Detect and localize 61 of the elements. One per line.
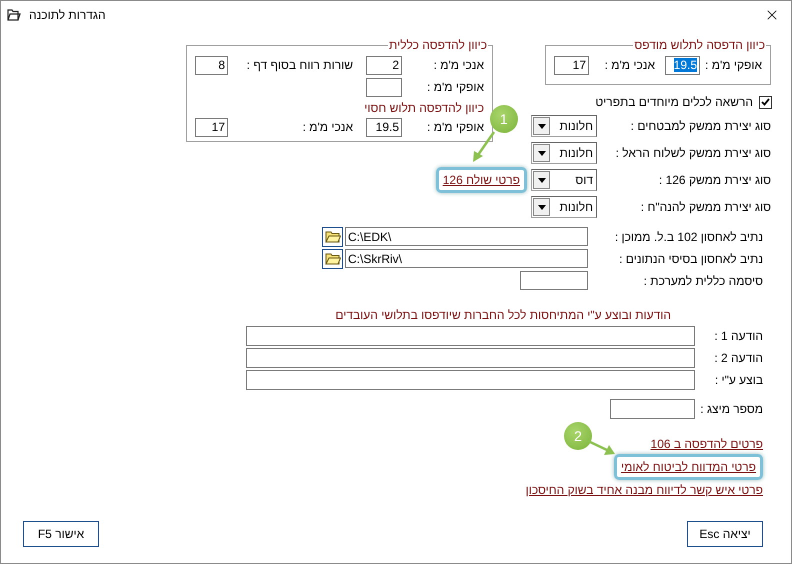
text-field[interactable]: 19.5	[665, 56, 700, 74]
field-label: אופקי מ'מ :	[704, 58, 762, 72]
section-title: הודעות ובוצע ע"י המתיחסות לכל החברות שיודפסו בתלושי העובדים	[334, 308, 671, 324]
folder-icon	[324, 252, 340, 265]
field-label: בוצע ע"י :	[714, 373, 763, 387]
dropdown[interactable]: חלונות	[531, 142, 597, 164]
step-badge: 1	[490, 105, 518, 133]
settings-link[interactable]: פרטים להדפסה ב 106	[650, 437, 763, 451]
field-label: אנכי מ'מ :	[302, 120, 354, 134]
text-field[interactable]: 17	[195, 118, 228, 136]
section-subtitle: כיוון להדפסה תלוש חסוי	[363, 100, 484, 116]
window-title: הגדרות לתוכנה	[29, 8, 106, 22]
text-field[interactable]: 2	[366, 56, 402, 74]
group-title: כיוון להדפסה כללית	[388, 38, 488, 52]
text-field[interactable]: C:\EDK\	[345, 227, 588, 246]
field-label: מספר מיצג :	[699, 402, 763, 416]
settings-link[interactable]: פרטי שולח 126	[436, 167, 527, 193]
field-label: שורות רווח בסוף דף :	[246, 58, 354, 72]
field-label: סוג יצירת ממשק לשלוח הראל :	[614, 146, 771, 160]
field-label: נתיב לאחסון בסיסי הנתונים :	[618, 252, 763, 266]
text-field[interactable]: 17	[554, 56, 589, 74]
caret-icon	[538, 124, 546, 128]
group-title: כיוון הדפסה לתלוש מודפס	[633, 38, 766, 52]
field-label: סוג יצירת ממשק למבטחים :	[630, 119, 771, 133]
text-field[interactable]	[366, 78, 402, 96]
window-icon	[7, 8, 21, 20]
text-field[interactable]	[246, 348, 695, 368]
text-field[interactable]	[246, 370, 695, 390]
field-label: אנכי מ'מ :	[604, 58, 656, 72]
settings-link[interactable]: פרטי איש קשר לדיווח מבנה אחיד בשוק החיסכון	[526, 483, 763, 497]
text-field[interactable]	[520, 271, 588, 290]
field-label: הודעה 1 :	[713, 329, 763, 343]
browse-button[interactable]	[322, 248, 343, 268]
caret-icon	[538, 204, 546, 210]
caret-icon	[538, 178, 546, 182]
text-field[interactable]	[610, 399, 695, 419]
step-badge: 2	[564, 422, 592, 450]
dropdown[interactable]: חלונות	[531, 115, 597, 137]
settings-link[interactable]: פרטי המדווח לביטוח לאומי	[614, 454, 763, 480]
field-label: סיסמה כללית למערכת :	[642, 274, 763, 288]
caret-icon	[538, 150, 546, 156]
checkbox[interactable]	[759, 96, 772, 108]
checkbox-label: הרשאה לכלים מיוחדים בתפריט	[595, 95, 753, 109]
text-field[interactable]: C:\SkrRiv\	[345, 249, 588, 268]
exit-button[interactable]: יציאה Esc	[687, 521, 763, 547]
field-label: אופקי מ'מ :	[426, 120, 484, 134]
browse-button[interactable]	[322, 226, 343, 246]
text-field[interactable]: 8	[195, 56, 228, 74]
field-label: אנכי מ'מ :	[432, 58, 484, 72]
text-field[interactable]	[246, 326, 695, 346]
pointer-arrow	[588, 440, 616, 456]
field-label: נתיב לאחסון 102 ב.ל. ממוכן :	[614, 230, 763, 244]
folder-icon	[324, 230, 340, 243]
field-label: סוג יצירת ממשק להנה"ח :	[640, 200, 771, 214]
dropdown[interactable]: דוס	[531, 169, 597, 191]
field-label: אופקי מ'מ :	[426, 80, 484, 94]
field-label: סוג יצירת ממשק 126 :	[658, 173, 771, 187]
ok-button[interactable]: אישור F5	[23, 521, 99, 547]
dropdown[interactable]: חלונות	[531, 196, 597, 218]
field-label: הודעה 2 :	[713, 351, 763, 365]
text-field[interactable]: 19.5	[366, 118, 402, 136]
